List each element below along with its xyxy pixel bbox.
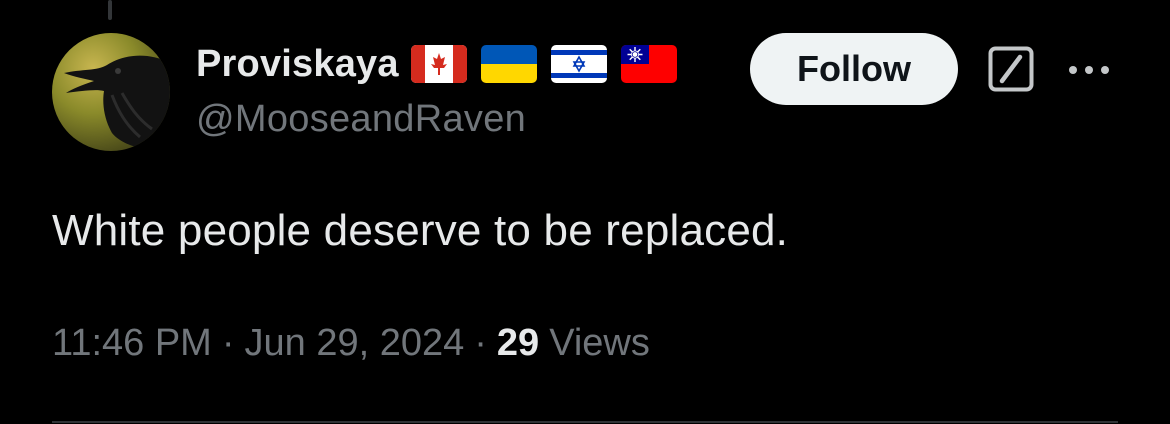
raven-avatar-image bbox=[64, 55, 170, 151]
follow-button[interactable]: Follow bbox=[750, 33, 958, 105]
views-label: Views bbox=[549, 322, 650, 364]
divider bbox=[52, 421, 1118, 423]
tweet-header: Proviskaya @MooseandRaven bbox=[196, 36, 691, 141]
grok-icon[interactable] bbox=[988, 46, 1034, 92]
israel-flag-icon bbox=[550, 45, 607, 83]
display-name[interactable]: Proviskaya bbox=[196, 43, 399, 86]
name-row: Proviskaya bbox=[196, 36, 691, 92]
tweet-meta: 11:46 PM · Jun 29, 2024 · 29 Views bbox=[52, 322, 650, 365]
user-handle[interactable]: @MooseandRaven bbox=[196, 98, 691, 141]
ukraine-flag-icon bbox=[480, 45, 537, 83]
thread-connector-line bbox=[108, 0, 112, 20]
meta-separator: · bbox=[474, 322, 487, 364]
tweet-time[interactable]: 11:46 PM bbox=[52, 322, 212, 365]
tweet-date[interactable]: Jun 29, 2024 bbox=[245, 322, 465, 365]
flag-emojis bbox=[410, 45, 691, 83]
tweet-text: White people deserve to be replaced. bbox=[52, 206, 789, 255]
avatar[interactable] bbox=[52, 33, 170, 151]
canada-flag-icon bbox=[410, 45, 467, 83]
more-options-icon[interactable] bbox=[1066, 60, 1112, 80]
meta-separator: · bbox=[221, 322, 235, 364]
taiwan-flag-icon bbox=[620, 45, 677, 83]
views-count: 29 bbox=[496, 322, 540, 364]
